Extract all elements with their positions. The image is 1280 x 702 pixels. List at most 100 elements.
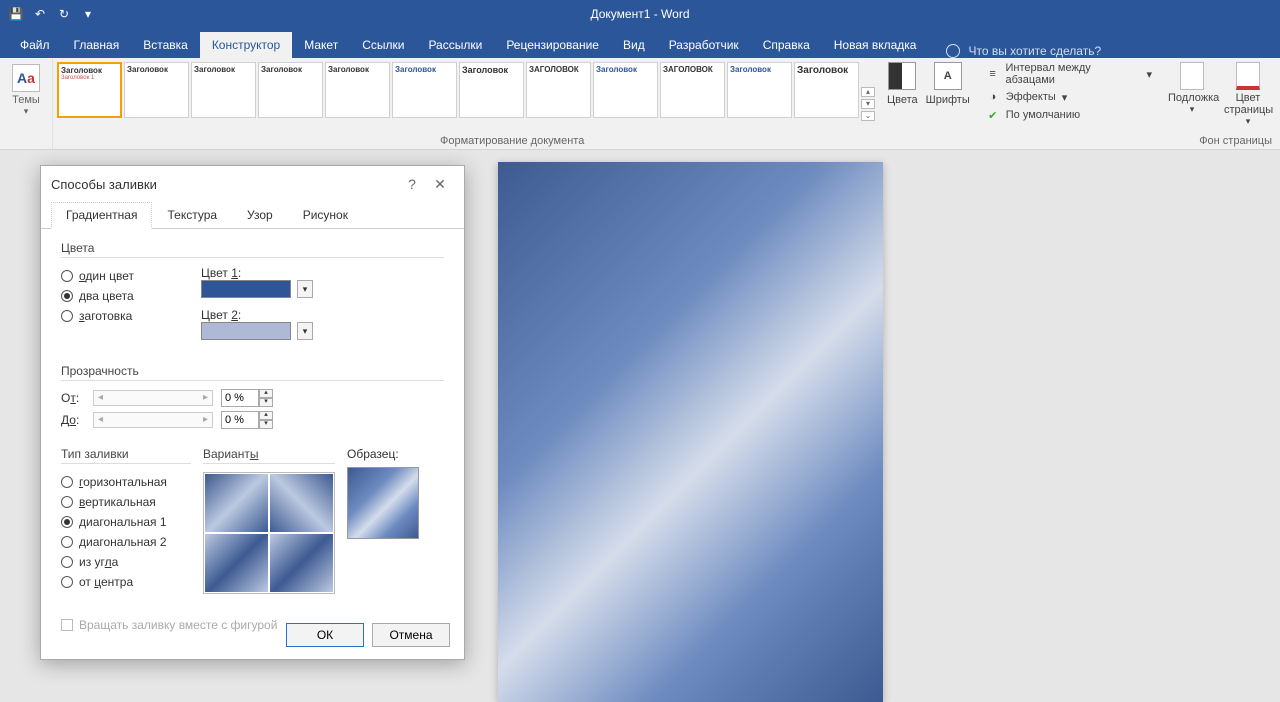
style-set-4[interactable]: Заголовок — [258, 62, 323, 118]
to-spinner[interactable]: ▴▾ — [221, 411, 273, 429]
colors-fonts-group: Цвета A Шрифты — [879, 58, 978, 149]
dialog-titlebar: Способы заливки ? ✕ — [41, 166, 464, 202]
help-button[interactable]: ? — [398, 176, 426, 192]
to-slider[interactable]: ◂▸ — [93, 412, 213, 428]
radio-icon — [61, 310, 73, 322]
color2-dropdown[interactable]: ▾ — [297, 322, 313, 340]
color1-dropdown[interactable]: ▾ — [297, 280, 313, 298]
colors-legend: Цвета — [61, 241, 444, 258]
radio-horizontal[interactable]: горизонтальная — [61, 472, 191, 492]
expand-icon[interactable]: ⌄ — [861, 111, 875, 121]
ok-button[interactable]: ОК — [286, 623, 364, 647]
chevron-down-icon: ▾ — [1146, 68, 1152, 81]
undo-icon[interactable]: ↶ — [32, 6, 48, 22]
tab-file[interactable]: Файл — [8, 32, 62, 58]
from-slider[interactable]: ◂▸ — [93, 390, 213, 406]
themes-icon: Aa — [12, 64, 40, 92]
style-set-12[interactable]: Заголовок — [794, 62, 859, 118]
radio-one-color[interactable]: один цвет — [61, 266, 181, 286]
tell-me-search[interactable]: Что вы хотите сделать? — [946, 44, 1101, 58]
radio-icon — [61, 496, 73, 508]
radio-from-corner[interactable]: из угла — [61, 552, 191, 572]
tab-view[interactable]: Вид — [611, 32, 657, 58]
radio-two-colors[interactable]: два цвета — [61, 286, 181, 306]
variant-3[interactable] — [205, 534, 268, 592]
radio-icon — [61, 290, 73, 302]
spin-down-icon[interactable]: ▾ — [259, 398, 273, 407]
spin-down-icon[interactable]: ▾ — [259, 420, 273, 429]
color1-swatch[interactable] — [201, 280, 291, 298]
from-spinner[interactable]: ▴▾ — [221, 389, 273, 407]
radio-preset[interactable]: заготовка — [61, 306, 181, 326]
spin-up-icon[interactable]: ▴ — [259, 389, 273, 398]
radio-vertical[interactable]: вертикальная — [61, 492, 191, 512]
radio-diagonal-1[interactable]: диагональная 1 — [61, 512, 191, 532]
variant-2[interactable] — [270, 474, 333, 532]
to-input[interactable] — [221, 411, 259, 429]
tab-developer[interactable]: Разработчик — [657, 32, 751, 58]
close-button[interactable]: ✕ — [426, 176, 454, 193]
tab-pattern[interactable]: Узор — [232, 202, 288, 228]
slider-right-icon: ▸ — [203, 414, 208, 425]
style-set-10[interactable]: ЗАГОЛОВОК — [660, 62, 725, 118]
style-set-6[interactable]: Заголовок — [392, 62, 457, 118]
tab-home[interactable]: Главная — [62, 32, 132, 58]
transparency-legend: Прозрачность — [61, 364, 444, 381]
dialog-tabs: Градиентная Текстура Узор Рисунок — [41, 202, 464, 229]
tab-design[interactable]: Конструктор — [200, 32, 292, 58]
sample-section: Образец: — [347, 447, 419, 608]
style-set-5[interactable]: Заголовок — [325, 62, 390, 118]
spin-up-icon[interactable]: ▴ — [259, 411, 273, 420]
tab-gradient[interactable]: Градиентная — [51, 202, 152, 229]
style-set-9[interactable]: Заголовок — [593, 62, 658, 118]
tab-new[interactable]: Новая вкладка — [822, 32, 929, 58]
qat-dropdown-icon[interactable]: ▾ — [80, 6, 96, 22]
style-set-3[interactable]: Заголовок — [191, 62, 256, 118]
document-page[interactable] — [498, 162, 883, 702]
radio-from-center[interactable]: от центра — [61, 572, 191, 592]
bulb-icon — [946, 44, 960, 58]
dialog-buttons: ОК Отмена — [286, 623, 450, 647]
tab-texture[interactable]: Текстура — [152, 202, 232, 228]
tab-help[interactable]: Справка — [751, 32, 822, 58]
tell-me-placeholder: Что вы хотите сделать? — [968, 44, 1101, 58]
themes-button[interactable]: Aa Темы ▾ — [6, 62, 46, 117]
themes-group: Aa Темы ▾ — [0, 58, 53, 149]
to-label: До: — [61, 413, 85, 427]
tab-insert[interactable]: Вставка — [131, 32, 200, 58]
tab-references[interactable]: Ссылки — [350, 32, 416, 58]
gallery-more[interactable]: ▴ ▾ ⌄ — [861, 62, 875, 145]
tab-layout[interactable]: Макет — [292, 32, 350, 58]
fonts-button[interactable]: A Шрифты — [926, 62, 970, 145]
paragraph-spacing-button[interactable]: ≡Интервал между абзацами▾ — [986, 62, 1152, 86]
set-default-button[interactable]: ✔По умолчанию — [986, 108, 1152, 122]
variant-1[interactable] — [205, 474, 268, 532]
watermark-icon — [1180, 62, 1204, 90]
fonts-label: Шрифты — [926, 94, 970, 106]
chevron-down-icon: ▾ — [1062, 91, 1068, 104]
style-set-11[interactable]: Заголовок — [727, 62, 792, 118]
style-set-8[interactable]: ЗАГОЛОВОК — [526, 62, 591, 118]
from-input[interactable] — [221, 389, 259, 407]
tab-review[interactable]: Рецензирование — [494, 32, 611, 58]
scroll-down-icon[interactable]: ▾ — [861, 99, 875, 109]
variant-4[interactable] — [270, 534, 333, 592]
radio-diagonal-2[interactable]: диагональная 2 — [61, 532, 191, 552]
style-set-1[interactable]: ЗаголовокЗаголовок 1 — [57, 62, 122, 118]
paragraph-options: ≡Интервал между абзацами▾ ◑Эффекты▾ ✔По … — [978, 58, 1160, 149]
tab-picture[interactable]: Рисунок — [288, 202, 363, 228]
redo-icon[interactable]: ↻ — [56, 6, 72, 22]
colors-button[interactable]: Цвета — [887, 62, 918, 145]
watermark-button[interactable]: Подложка ▾ — [1168, 62, 1216, 145]
style-set-7[interactable]: Заголовок — [459, 62, 524, 118]
scroll-up-icon[interactable]: ▴ — [861, 87, 875, 97]
cancel-button[interactable]: Отмена — [372, 623, 450, 647]
style-set-2[interactable]: Заголовок — [124, 62, 189, 118]
effects-button[interactable]: ◑Эффекты▾ — [986, 90, 1152, 104]
tab-mailings[interactable]: Рассылки — [416, 32, 494, 58]
color2-label: Цвет 2: — [201, 308, 313, 322]
save-icon[interactable]: 💾 — [8, 6, 24, 22]
color2-swatch[interactable] — [201, 322, 291, 340]
slider-left-icon: ◂ — [98, 392, 103, 403]
page-color-button[interactable]: Цвет страницы ▾ — [1224, 62, 1272, 145]
